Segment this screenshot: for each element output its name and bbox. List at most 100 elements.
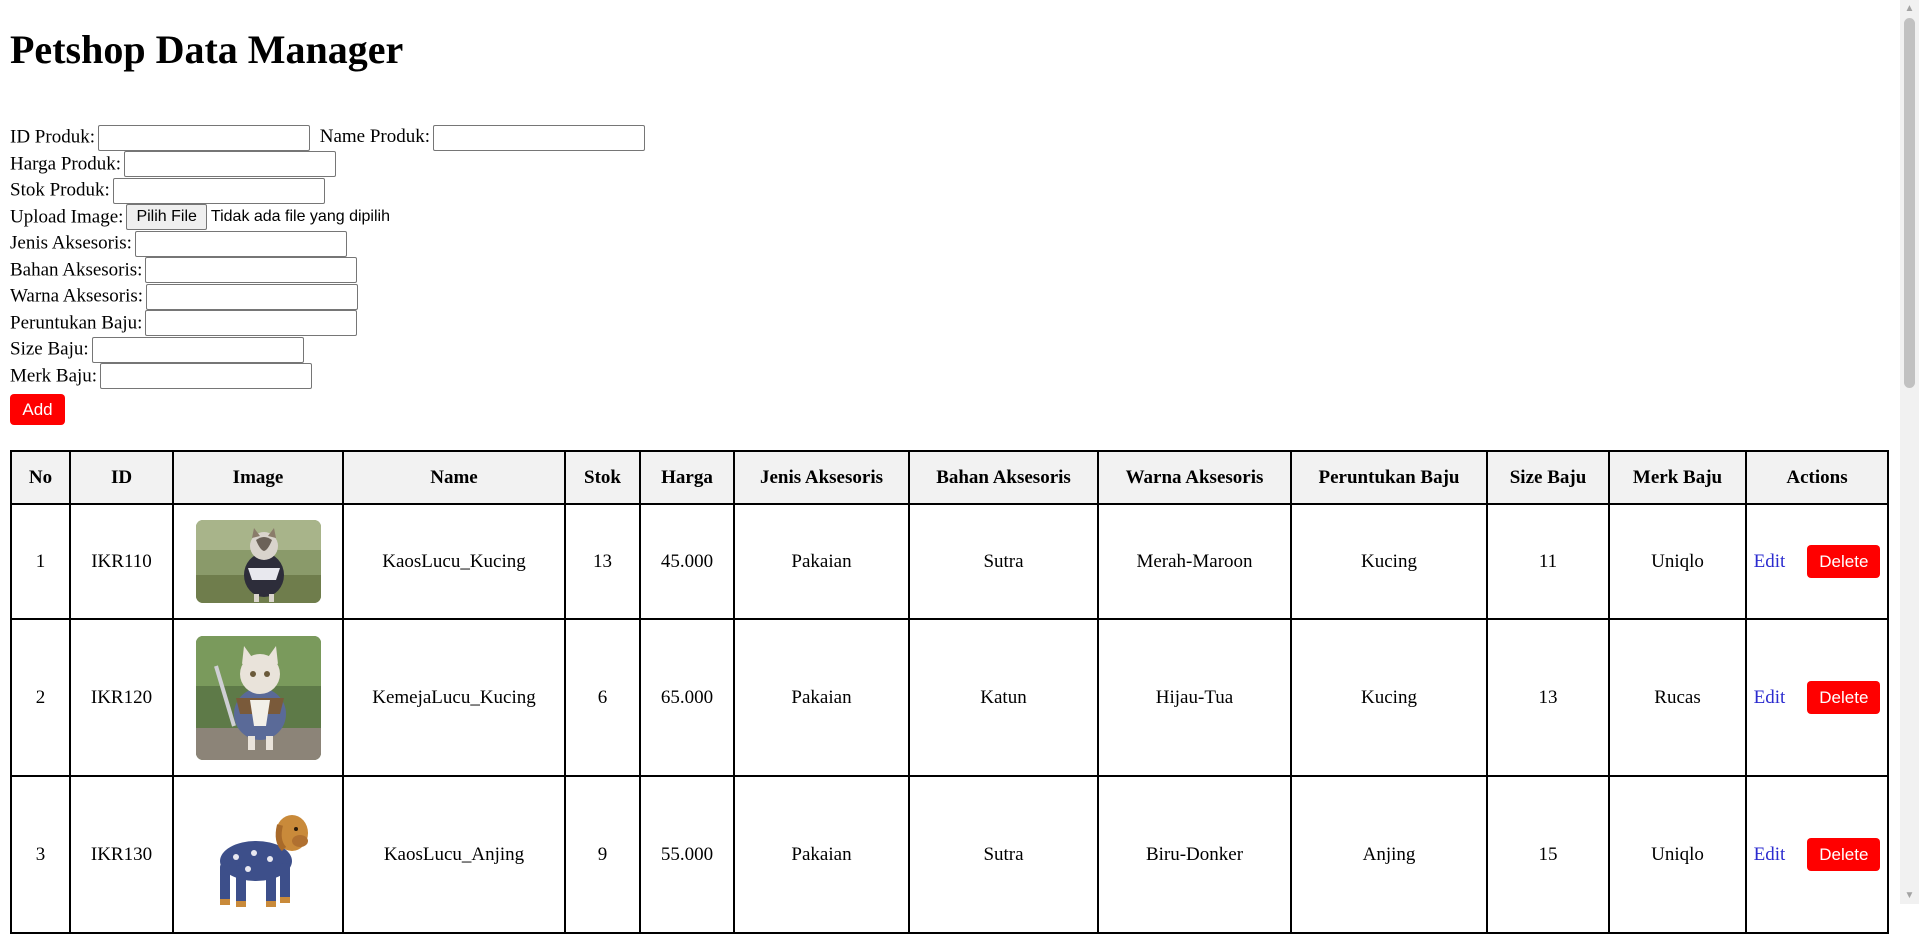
scrollbar-thumb[interactable] [1904, 18, 1915, 388]
peruntukan-input[interactable] [145, 310, 358, 337]
form-row-image: Upload Image: Pilih File Tidak ada file ya… [10, 204, 1909, 231]
add-button[interactable]: Add [10, 394, 65, 425]
cell-warna: Merah-Maroon [1097, 503, 1292, 620]
form-row-merk: Merk Baju: [10, 363, 1909, 390]
form-row-stok: Stok Produk: [10, 177, 1909, 204]
table-row: 1 IKR110 KaosLucu_Kucing 13 45.000 Pakai… [10, 503, 1889, 620]
cell-id: IKR110 [69, 503, 174, 620]
col-header-id: ID [69, 450, 174, 505]
product-form: ID Produk: Name Produk: Harga Produk: St… [10, 124, 1909, 425]
col-header-harga: Harga [639, 450, 735, 505]
col-header-name: Name [342, 450, 566, 505]
form-row-harga: Harga Produk: [10, 151, 1909, 178]
form-row-id-name: ID Produk: Name Produk: [10, 124, 1909, 151]
form-row-bahan: Bahan Aksesoris: [10, 257, 1909, 284]
cell-jenis: Pakaian [733, 503, 910, 620]
cell-bahan: Sutra [908, 775, 1099, 934]
cell-actions: Edit Delete [1745, 503, 1889, 620]
cell-name: KemejaLucu_Kucing [342, 618, 566, 777]
cell-size: 11 [1486, 503, 1610, 620]
harga-label: Harga Produk: [10, 152, 121, 174]
cell-no: 3 [10, 775, 71, 934]
cell-bahan: Sutra [908, 503, 1099, 620]
cell-stok: 6 [564, 618, 641, 777]
cell-jenis: Pakaian [733, 775, 910, 934]
cell-peruntukan: Kucing [1290, 503, 1488, 620]
col-header-merk: Merk Baju [1608, 450, 1747, 505]
delete-button[interactable]: Delete [1807, 545, 1881, 578]
vertical-scrollbar[interactable]: ▲ ▼ [1900, 0, 1919, 904]
cell-id: IKR130 [69, 775, 174, 934]
table-row: 2 IKR120 KemejaLucu_Kucing 6 65.000 Paka… [10, 618, 1889, 777]
table-row: 3 IKR130 KaosLucu_Anjing 9 55.000 Pakaia… [10, 775, 1889, 934]
cell-no: 2 [10, 618, 71, 777]
cell-image [172, 775, 344, 934]
col-header-actions: Actions [1745, 450, 1889, 505]
cell-image [172, 618, 344, 777]
form-row-jenis: Jenis Aksesoris: [10, 230, 1909, 257]
col-header-image: Image [172, 450, 344, 505]
cell-size: 15 [1486, 775, 1610, 934]
bahan-label: Bahan Aksesoris: [10, 258, 143, 280]
cell-name: KaosLucu_Kucing [342, 503, 566, 620]
cell-merk: Rucas [1608, 618, 1747, 777]
peruntukan-label: Peruntukan Baju: [10, 311, 143, 333]
cell-actions: Edit Delete [1745, 618, 1889, 777]
bahan-input[interactable] [145, 257, 358, 284]
cell-name: KaosLucu_Anjing [342, 775, 566, 934]
cell-no: 1 [10, 503, 71, 620]
edit-link[interactable]: Edit [1754, 844, 1786, 865]
edit-link[interactable]: Edit [1754, 551, 1786, 572]
cell-jenis: Pakaian [733, 618, 910, 777]
cell-size: 13 [1486, 618, 1610, 777]
form-row-size: Size Baju: [10, 336, 1909, 363]
cell-merk: Uniqlo [1608, 775, 1747, 934]
cat-in-dress-photo [195, 520, 321, 603]
id-input[interactable] [97, 124, 310, 151]
name-input[interactable] [433, 124, 646, 151]
choose-file-button[interactable]: Pilih File [126, 204, 207, 231]
dog-in-pajamas-photo [195, 792, 321, 917]
cell-image [172, 503, 344, 620]
cell-peruntukan: Kucing [1290, 618, 1488, 777]
cell-stok: 9 [564, 775, 641, 934]
cell-harga: 55.000 [639, 775, 735, 934]
edit-link[interactable]: Edit [1754, 687, 1786, 708]
harga-input[interactable] [124, 151, 336, 178]
merk-input[interactable] [100, 363, 313, 390]
scroll-down-icon[interactable]: ▼ [1900, 887, 1919, 904]
warna-input[interactable] [146, 283, 359, 310]
page: Petshop Data Manager ID Produk: Name Pro… [0, 0, 1919, 934]
cell-stok: 13 [564, 503, 641, 620]
cell-warna: Biru-Donker [1097, 775, 1292, 934]
cell-id: IKR120 [69, 618, 174, 777]
product-table: No ID Image Name Stok Harga Jenis Akseso… [10, 450, 1889, 934]
cell-actions: Edit Delete [1745, 775, 1889, 934]
form-row-peruntukan: Peruntukan Baju: [10, 310, 1909, 337]
form-row-warna: Warna Aksesoris: [10, 283, 1909, 310]
col-header-warna: Warna Aksesoris [1097, 450, 1292, 505]
jenis-label: Jenis Aksesoris: [10, 232, 132, 254]
cell-merk: Uniqlo [1608, 503, 1747, 620]
col-header-no: No [10, 450, 71, 505]
cell-harga: 45.000 [639, 503, 735, 620]
col-header-jenis: Jenis Aksesoris [733, 450, 910, 505]
size-label: Size Baju: [10, 338, 89, 360]
cat-in-costume-photo [195, 635, 321, 760]
image-label: Upload Image: [10, 205, 124, 227]
delete-button[interactable]: Delete [1807, 681, 1881, 714]
merk-label: Merk Baju: [10, 364, 98, 386]
stok-label: Stok Produk: [10, 179, 110, 201]
col-header-peruntukan: Peruntukan Baju [1290, 450, 1488, 505]
col-header-bahan: Bahan Aksesoris [908, 450, 1099, 505]
delete-button[interactable]: Delete [1807, 838, 1881, 871]
size-input[interactable] [91, 336, 304, 363]
page-title: Petshop Data Manager [10, 27, 404, 72]
cell-peruntukan: Anjing [1290, 775, 1488, 934]
col-header-stok: Stok [564, 450, 641, 505]
cell-bahan: Katun [908, 618, 1099, 777]
stok-input[interactable] [112, 177, 325, 204]
scroll-up-icon[interactable]: ▲ [1900, 0, 1919, 17]
table-header-row: No ID Image Name Stok Harga Jenis Akseso… [10, 450, 1889, 505]
jenis-input[interactable] [134, 230, 347, 257]
